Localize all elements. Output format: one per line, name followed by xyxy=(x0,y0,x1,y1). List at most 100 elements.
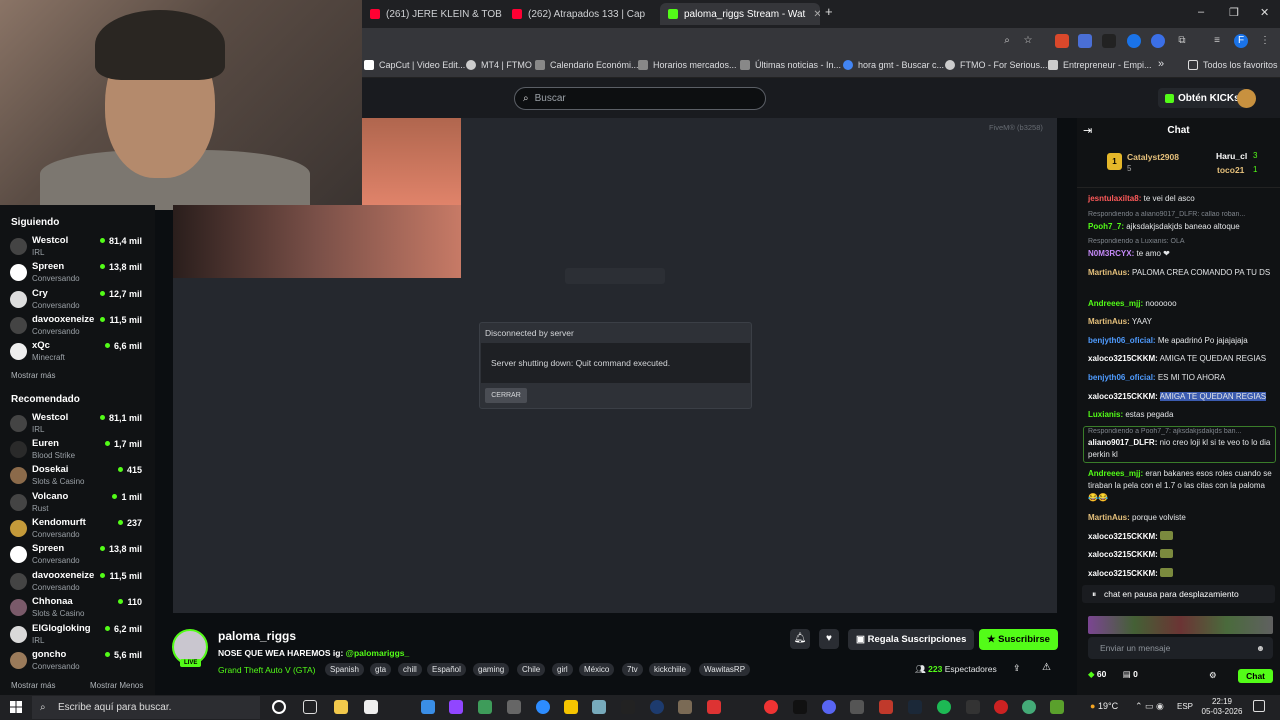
tag-pill[interactable]: México xyxy=(579,663,615,676)
leader-name[interactable]: Haru_cl xyxy=(1216,151,1247,161)
bookmark-item[interactable]: CapCut | Video Edit... xyxy=(364,60,465,70)
puzzle-icon[interactable]: ⧉ xyxy=(1175,34,1189,48)
recommended-channel[interactable]: Kendomurft Conversando 237 xyxy=(10,517,150,541)
tab-search-icon[interactable]: ≡ xyxy=(1210,34,1224,48)
chat-reply-context[interactable]: Respondiendo a aliano9017_DLFR: callao r… xyxy=(1088,211,1273,218)
following-channel[interactable]: Westcol IRL 81,4 mil xyxy=(10,235,150,259)
user-avatar[interactable] xyxy=(1237,89,1256,108)
close-tab-icon[interactable]: ✕ xyxy=(813,9,820,20)
chat-reply-context[interactable]: Respondiendo a Pooh7_7: ajksdakjsdakjds … xyxy=(1088,428,1273,435)
tag-pill[interactable]: gta xyxy=(370,663,392,676)
following-channel[interactable]: davooxeneize Conversando 11,5 mil xyxy=(10,314,150,338)
app-icon[interactable] xyxy=(994,700,1008,714)
close-tab-icon[interactable]: ✕ xyxy=(653,9,654,20)
tag-pill[interactable]: gaming xyxy=(473,663,510,676)
windows-start-icon[interactable] xyxy=(10,701,22,713)
zoom-icon[interactable]: ⌕ xyxy=(1000,34,1014,48)
sticky-notes-icon[interactable] xyxy=(564,700,578,714)
tag-pill[interactable]: Chile xyxy=(517,663,546,676)
gift-subs-button[interactable]: ▣ Regala Suscripciones xyxy=(848,629,975,650)
tag-pill[interactable]: Español xyxy=(427,663,466,676)
capcut-app-icon[interactable] xyxy=(621,700,635,714)
star-icon[interactable]: ☆ xyxy=(1021,34,1035,48)
tag-pill[interactable]: kickchiile xyxy=(649,663,692,676)
browser-tab-1[interactable]: (261) JERE KLEIN & TOBAL MJ xyxy=(362,3,502,25)
recommended-channel[interactable]: Dosekai Slots & Casino 415 xyxy=(10,464,150,488)
share-icon[interactable]: ⇪ xyxy=(1013,663,1021,674)
app-icon[interactable] xyxy=(507,700,521,714)
game-category-link[interactable]: Grand Theft Auto V (GTA) xyxy=(218,665,315,675)
send-chat-button[interactable]: Chat xyxy=(1238,669,1273,683)
subscribe-button[interactable]: ★ Suscribirse xyxy=(979,629,1058,650)
close-window-button[interactable]: ✕ xyxy=(1260,6,1269,19)
spotify-icon[interactable] xyxy=(937,700,951,714)
show-more-following-button[interactable]: Mostrar más xyxy=(11,371,55,380)
emoji-icon[interactable]: ☻ xyxy=(1256,637,1265,659)
steam-icon[interactable] xyxy=(908,700,922,714)
recommended-channel[interactable]: goncho Conversando 5,6 mil xyxy=(10,649,150,673)
search-input[interactable]: ⌕ Buscar xyxy=(514,87,766,110)
app-icon[interactable] xyxy=(966,700,980,714)
chrome-icon[interactable] xyxy=(1022,700,1036,714)
bookmarks-overflow-button[interactable]: » xyxy=(1158,58,1164,70)
minimize-button[interactable]: – xyxy=(1198,6,1204,18)
emote-quick-bar[interactable] xyxy=(1088,616,1273,634)
taskbar-search-input[interactable]: ⌕ Escribe aquí para buscar. xyxy=(32,696,260,719)
app-icon[interactable] xyxy=(592,700,606,714)
discord-icon[interactable] xyxy=(822,700,836,714)
bookmark-item[interactable]: Calendario Económi... xyxy=(535,60,639,70)
bookmark-item[interactable]: MT4 | FTMO xyxy=(466,60,532,70)
chat-message-input[interactable]: Enviar un mensaje ☻ xyxy=(1088,637,1273,659)
browser-tab-2[interactable]: (262) Atrapados 133 | Cap ✕ xyxy=(504,3,654,25)
tag-pill[interactable]: WawitasRP xyxy=(699,663,751,676)
heart-icon[interactable]: ♥ xyxy=(819,629,839,649)
notification-icon[interactable] xyxy=(1253,700,1265,712)
recommended-channel[interactable]: davooxeneize Conversando 11,5 mil xyxy=(10,570,150,594)
recommended-channel[interactable]: Westcol IRL 81,1 mil xyxy=(10,412,150,436)
tag-pill[interactable]: chill xyxy=(398,663,422,676)
instagram-handle[interactable]: @palomariggs_ xyxy=(346,648,410,658)
game-icon[interactable] xyxy=(678,700,692,714)
chat-paused-banner[interactable]: ⏸ chat en pausa para desplazamiento xyxy=(1082,585,1275,603)
leader-name[interactable]: toco21 xyxy=(1217,165,1244,175)
bookmark-item[interactable]: Entrepreneur - Empi... xyxy=(1048,60,1152,70)
extension-icon[interactable] xyxy=(1055,34,1069,48)
bookmark-item[interactable]: Últimas noticias - In... xyxy=(740,60,841,70)
tag-pill[interactable]: girl xyxy=(552,663,573,676)
tiktok-icon[interactable] xyxy=(793,700,807,714)
settings-icon[interactable]: ⚙ xyxy=(1209,670,1217,681)
leader-name[interactable]: Catalyst2908 xyxy=(1127,152,1179,162)
bookmark-item[interactable]: Horarios mercados... xyxy=(638,60,737,70)
tag-pill[interactable]: Spanish xyxy=(325,663,364,676)
following-channel[interactable]: xQc Minecraft 6,6 mil xyxy=(10,340,150,364)
bookmark-item[interactable]: FTMO - For Serious... xyxy=(945,60,1048,70)
extension-icon[interactable] xyxy=(1151,34,1165,48)
bell-icon[interactable]: 🔔︎ xyxy=(790,629,810,649)
app-icon[interactable] xyxy=(478,700,492,714)
recommended-channel[interactable]: Euren Blood Strike 1,7 mil xyxy=(10,438,150,462)
following-channel[interactable]: Spreen Conversando 13,8 mil xyxy=(10,261,150,285)
weather-widget[interactable]: ● 19°C xyxy=(1090,701,1118,711)
restore-button[interactable]: ❐ xyxy=(1229,6,1239,19)
tray-icons[interactable]: ⌃ ▭ ◉ xyxy=(1135,701,1164,712)
translate-extension-icon[interactable] xyxy=(1078,34,1092,48)
minecraft-icon[interactable] xyxy=(1050,700,1064,714)
get-kicks-button[interactable]: Obtén KICKs xyxy=(1158,88,1247,108)
recommended-channel[interactable]: ElGlogloking IRL 6,2 mil xyxy=(10,623,150,647)
all-favorites-folder[interactable]: Todos los favoritos xyxy=(1188,60,1278,70)
report-icon[interactable]: ⚠ xyxy=(1042,662,1051,673)
cortana-icon[interactable] xyxy=(272,700,286,714)
app-icon[interactable] xyxy=(879,700,893,714)
clock[interactable]: 22:19 05-03-2026 xyxy=(1200,697,1244,717)
following-channel[interactable]: Cry Conversando 12,7 mil xyxy=(10,288,150,312)
app-icon[interactable] xyxy=(650,700,664,714)
language-indicator[interactable]: ESP xyxy=(1177,702,1193,711)
tag-pill[interactable]: 7tv xyxy=(622,663,643,676)
app-icon[interactable] xyxy=(707,700,721,714)
new-tab-button[interactable]: + xyxy=(825,4,833,19)
app-icon[interactable] xyxy=(850,700,864,714)
opera-icon[interactable] xyxy=(764,700,778,714)
bookmark-item[interactable]: hora gmt - Buscar c... xyxy=(843,60,944,70)
close-dialog-button[interactable]: CERRAR xyxy=(485,388,527,403)
file-explorer-icon[interactable] xyxy=(334,700,348,714)
